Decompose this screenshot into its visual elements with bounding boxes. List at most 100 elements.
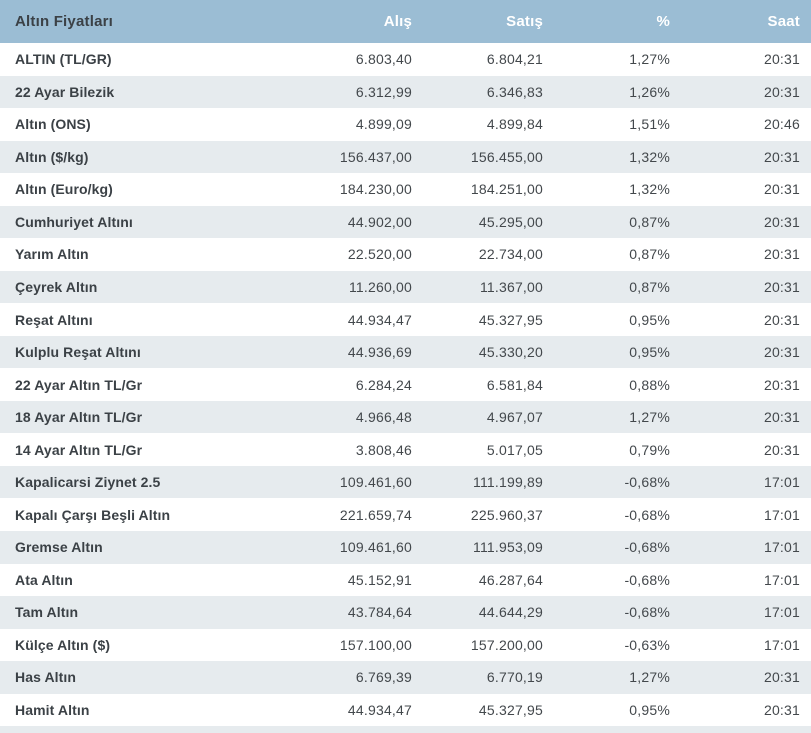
table-row[interactable]: Külçe Altın ($) 157.100,00 157.200,00 -0… [0,628,811,662]
table-row[interactable]: Tam Altın 43.784,64 44.644,29 -0,68% 17:… [0,596,811,629]
table-row[interactable]: Altın ($/kg) 156.437,00 156.455,00 1,32%… [0,140,811,174]
change-percent-cell: 0,87% [629,213,670,230]
update-time-cell: 17:01 [763,571,800,588]
sell-price-cell: 45.327,95 [478,311,543,328]
change-percent-cell: 0,95% [629,344,670,361]
instrument-name-cell[interactable]: Tam Altın [0,604,250,620]
instrument-name-cell[interactable]: Kapalı Çarşı Beşli Altın [0,507,250,523]
buy-price-cell: 45.152,91 [347,571,412,588]
table-row[interactable]: 18 Ayar Altın TL/Gr 4.966,48 4.967,07 1,… [0,400,811,434]
table-row[interactable]: Has Altın 6.769,39 6.770,19 1,27% 20:31 [0,661,811,694]
sell-price-cell: 5.017,05 [486,441,543,458]
table-row[interactable]: Kapalı Çarşı Beşli Altın 221.659,74 225.… [0,498,811,531]
buy-price-cell: 44.936,69 [347,344,412,361]
instrument-name-cell[interactable]: Kapalicarsi Ziynet 2.5 [0,474,250,490]
instrument-name-cell[interactable]: Ata Altın [0,572,250,588]
buy-price-cell: 6.284,24 [355,376,412,393]
instrument-name-cell[interactable]: Hamit Altın [0,702,250,718]
instrument-name-cell[interactable]: ALTIN (TL/GR) [0,51,250,67]
table-header-row: Altın Fiyatları Alış Satış % Saat [0,0,811,43]
update-time-cell: 20:31 [763,441,800,458]
update-time-cell: 20:31 [763,409,800,426]
update-time-cell: 20:46 [763,116,800,133]
change-percent-cell: 1,27% [629,669,670,686]
sell-price-cell: 4.967,07 [486,409,543,426]
buy-price-cell: 43.784,64 [347,604,412,621]
sell-price-cell: 184.251,00 [470,181,543,198]
update-time-cell: 20:31 [763,701,800,718]
instrument-name-cell[interactable]: Altın ($/kg) [0,149,250,165]
buy-price-cell: 109.461,60 [339,474,412,491]
instrument-name-cell[interactable]: Külçe Altın ($) [0,637,250,653]
buy-price-cell: 4.899,09 [355,116,412,133]
sell-price-cell: 45.327,95 [478,701,543,718]
instrument-name-cell[interactable]: 22 Ayar Bilezik [0,84,250,100]
instrument-name-cell[interactable]: 18 Ayar Altın TL/Gr [0,409,250,425]
instrument-name-cell[interactable]: Çeyrek Altın [0,279,250,295]
buy-price-cell: 6.803,40 [355,51,412,68]
sell-price-cell: 225.960,37 [470,506,543,523]
update-time-cell: 17:01 [763,506,800,523]
column-header-buy[interactable]: Alış [250,13,412,30]
instrument-name-cell[interactable]: Kulplu Reşat Altını [0,344,250,360]
instrument-name-cell[interactable]: Altın (ONS) [0,116,250,132]
buy-price-cell: 11.260,00 [348,278,412,295]
change-percent-cell: 0,87% [629,246,670,263]
table-row[interactable]: Yarım Altın 22.520,00 22.734,00 0,87% 20… [0,238,811,271]
table-row[interactable]: 22 Ayar Bilezik 6.312,99 6.346,83 1,26% … [0,75,811,109]
buy-price-cell: 6.769,39 [355,669,412,686]
sell-price-cell: 111.199,89 [473,474,543,491]
table-row[interactable]: Gremse Altın 109.461,60 111.953,09 -0,68… [0,530,811,564]
instrument-name-cell[interactable]: 22 Ayar Altın TL/Gr [0,377,250,393]
table-row[interactable]: Reşat Altını 44.934,47 45.327,95 0,95% 2… [0,303,811,336]
table-row[interactable]: 22 Ayar Altın TL/Gr 6.284,24 6.581,84 0,… [0,368,811,401]
change-percent-cell: -0,68% [624,571,670,588]
table-row[interactable]: Kulplu Reşat Altını 44.936,69 45.330,20 … [0,335,811,369]
update-time-cell: 20:31 [763,376,800,393]
change-percent-cell: 0,95% [629,311,670,328]
table-row[interactable]: Kapalicarsi Ziynet 2.5 109.461,60 111.19… [0,465,811,499]
change-percent-cell: 1,51% [629,116,670,133]
change-percent-cell: 1,27% [629,409,670,426]
instrument-name-cell[interactable]: 14 Ayar Altın TL/Gr [0,442,250,458]
table-row[interactable]: Hamit Altın 44.934,47 45.327,95 0,95% 20… [0,693,811,727]
instrument-name-cell[interactable]: Reşat Altını [0,312,250,328]
instrument-name-cell[interactable]: Cumhuriyet Altını [0,214,250,230]
column-header-sell[interactable]: Satış [412,13,543,30]
change-percent-cell: -0,68% [624,474,670,491]
update-time-cell: 20:31 [763,51,800,68]
table-row[interactable]: Altın (ONS) 4.899,09 4.899,84 1,51% 20:4… [0,108,811,141]
instrument-name-cell[interactable]: Gremse Altın [0,539,250,555]
instrument-name-cell[interactable]: Altın (Euro/kg) [0,181,250,197]
update-time-cell: 20:31 [763,669,800,686]
column-header-percent[interactable]: % [543,13,670,30]
table-row[interactable]: 14 Ayar Altın TL/Gr 3.808,46 5.017,05 0,… [0,433,811,466]
change-percent-cell: -0,68% [624,604,670,621]
change-percent-cell: 0,79% [629,441,670,458]
table-row[interactable]: ALTIN (TL/GR) 6.803,40 6.804,21 1,27% 20… [0,43,811,76]
table-row[interactable]: Çeyrek Altın 11.260,00 11.367,00 0,87% 2… [0,270,811,304]
table-row[interactable]: Cumhuriyet Altını 44.902,00 45.295,00 0,… [0,205,811,239]
change-percent-cell: -0,68% [624,539,670,556]
table-row[interactable]: Altın (Euro/kg) 184.230,00 184.251,00 1,… [0,173,811,206]
column-header-time[interactable]: Saat [670,13,811,30]
change-percent-cell: 0,87% [629,278,670,295]
table-title: Altın Fiyatları [15,13,114,30]
buy-price-cell: 44.902,00 [347,213,412,230]
sell-price-cell: 157.200,00 [470,636,543,653]
buy-price-cell: 3.808,46 [355,441,412,458]
buy-price-cell: 184.230,00 [339,181,412,198]
sell-price-cell: 111.953,09 [473,539,543,556]
instrument-name-cell[interactable]: Has Altın [0,669,250,685]
sell-price-cell: 6.804,21 [486,51,543,68]
table-row[interactable]: Ata Altın 45.152,91 46.287,64 -0,68% 17:… [0,563,811,597]
sell-price-cell: 6.581,84 [486,376,543,393]
update-time-cell: 17:01 [763,636,800,653]
update-time-cell: 20:31 [763,213,800,230]
change-percent-cell: -0,63% [624,636,670,653]
instrument-name-cell[interactable]: Yarım Altın [0,246,250,262]
update-time-cell: 20:31 [763,148,800,165]
update-time-cell: 20:31 [763,246,800,263]
change-percent-cell: -0,68% [624,506,670,523]
change-percent-cell: 1,26% [629,83,670,100]
